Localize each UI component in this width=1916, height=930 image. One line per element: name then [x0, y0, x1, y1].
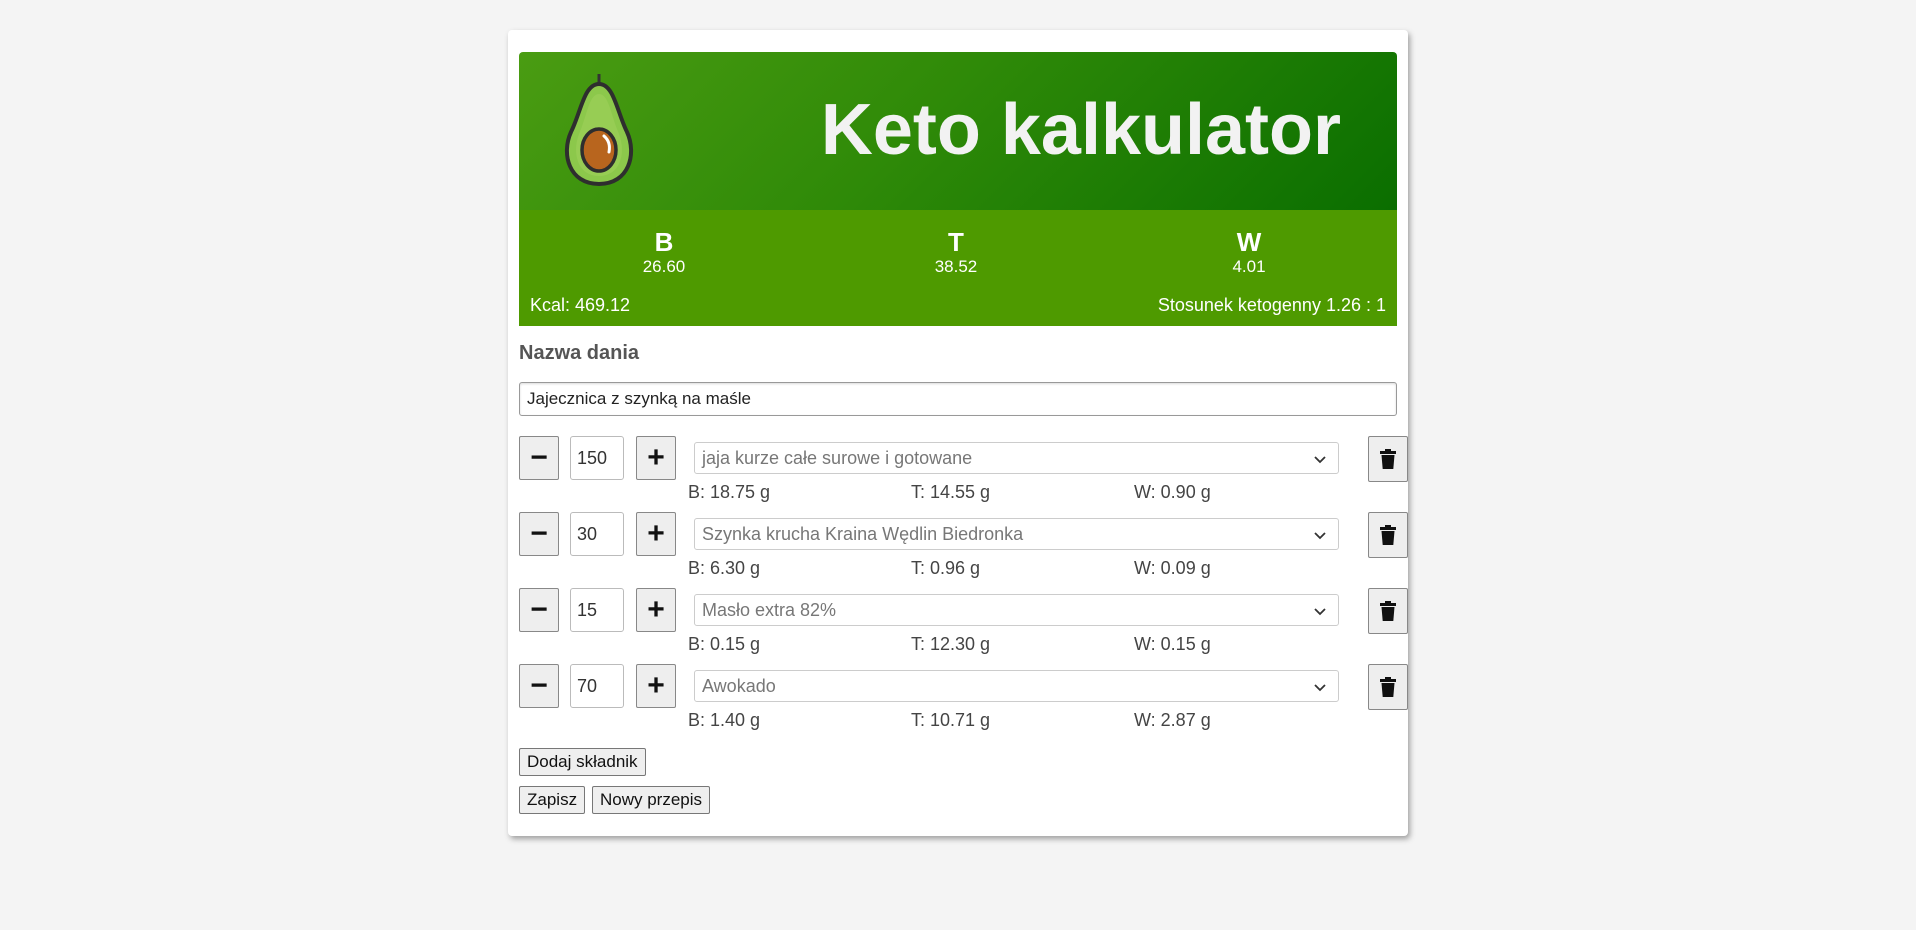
- increase-button[interactable]: +: [636, 588, 676, 632]
- increase-button[interactable]: +: [636, 436, 676, 480]
- app-title: Keto kalkulator: [820, 90, 1341, 170]
- new-recipe-button[interactable]: Nowy przepis: [592, 786, 711, 814]
- ingredient-fat: T: 10.71 g: [911, 710, 991, 730]
- header-banner: Keto kalkulator: [519, 52, 1397, 210]
- ingredient-protein: B: 6.30 g: [688, 558, 761, 578]
- ingredient-carbs: W: 2.87 g: [1134, 710, 1211, 730]
- chevron-down-icon: [1314, 456, 1326, 464]
- delete-ingredient-button[interactable]: [1368, 588, 1408, 634]
- calculator-card: Keto kalkulator B 26.60 T 38.52 W 4.01 K…: [508, 30, 1408, 836]
- fat-summary: T 38.52: [896, 228, 1016, 277]
- ingredient-select-value: jaja kurze całe surowe i gotowane: [702, 447, 973, 468]
- ingredient-select[interactable]: jaja kurze całe surowe i gotowane: [694, 442, 1339, 474]
- ingredient-protein: B: 0.15 g: [688, 634, 761, 654]
- carbs-value: 4.01: [1232, 256, 1266, 276]
- ingredient-fat: T: 14.55 g: [911, 482, 991, 502]
- ingredient-protein: B: 1.40 g: [688, 710, 761, 730]
- ingredient-row: − + Awokado B: 1.40 g T: 10.71 g W: 2.87…: [519, 664, 1408, 738]
- ingredient-fat: T: 0.96 g: [911, 558, 981, 578]
- ingredient-select[interactable]: Awokado: [694, 670, 1339, 702]
- quantity-input[interactable]: [570, 664, 624, 708]
- increase-button[interactable]: +: [636, 664, 676, 708]
- fat-value: 38.52: [934, 256, 978, 276]
- fat-label: T: [948, 227, 964, 257]
- ingredient-select-value: Szynka krucha Kraina Wędlin Biedronka: [702, 523, 1024, 544]
- ingredient-carbs: W: 0.90 g: [1134, 482, 1211, 502]
- protein-summary: B 26.60: [604, 228, 724, 277]
- decrease-button[interactable]: −: [519, 512, 559, 556]
- ingredient-row: − + Masło extra 82% B: 0.15 g T: 12.30 g…: [519, 588, 1408, 662]
- ingredient-select-value: Awokado: [702, 675, 776, 696]
- ingredient-fat: T: 12.30 g: [911, 634, 991, 654]
- protein-label: B: [654, 227, 674, 257]
- delete-ingredient-button[interactable]: [1368, 436, 1408, 482]
- chevron-down-icon: [1314, 532, 1326, 540]
- quantity-input[interactable]: [570, 436, 624, 480]
- avocado-icon: [564, 74, 634, 187]
- dish-name-label: Nazwa dania: [519, 342, 640, 364]
- ingredient-select[interactable]: Szynka krucha Kraina Wędlin Biedronka: [694, 518, 1339, 550]
- macro-summary-bar: B 26.60 T 38.52 W 4.01 Kcal: 469.12 Stos…: [519, 210, 1397, 326]
- dish-name-input[interactable]: [519, 382, 1397, 416]
- ingredient-row: − + Szynka krucha Kraina Wędlin Biedronk…: [519, 512, 1408, 586]
- decrease-button[interactable]: −: [519, 588, 559, 632]
- save-button[interactable]: Zapisz: [519, 786, 586, 814]
- ketogenic-ratio: Stosunek ketogenny 1.26 : 1: [1157, 295, 1386, 315]
- add-ingredient-button[interactable]: Dodaj składnik: [519, 748, 646, 776]
- quantity-input[interactable]: [570, 512, 624, 556]
- quantity-input[interactable]: [570, 588, 624, 632]
- delete-ingredient-button[interactable]: [1368, 664, 1408, 710]
- chevron-down-icon: [1314, 608, 1326, 616]
- ingredient-select-value: Masło extra 82%: [702, 599, 837, 620]
- carbs-summary: W 4.01: [1189, 228, 1309, 277]
- trash-icon: [1380, 677, 1396, 697]
- kcal-total: Kcal: 469.12: [530, 295, 631, 315]
- increase-button[interactable]: +: [636, 512, 676, 556]
- ingredient-protein: B: 18.75 g: [688, 482, 771, 502]
- ingredient-carbs: W: 0.09 g: [1134, 558, 1211, 578]
- carbs-label: W: [1236, 227, 1262, 257]
- trash-icon: [1380, 601, 1396, 621]
- trash-icon: [1380, 525, 1396, 545]
- decrease-button[interactable]: −: [519, 436, 559, 480]
- delete-ingredient-button[interactable]: [1368, 512, 1408, 558]
- trash-icon: [1380, 449, 1396, 469]
- chevron-down-icon: [1314, 684, 1326, 692]
- decrease-button[interactable]: −: [519, 664, 559, 708]
- ingredient-row: − + jaja kurze całe surowe i gotowane B:…: [519, 436, 1408, 510]
- protein-value: 26.60: [642, 256, 686, 276]
- ingredient-select[interactable]: Masło extra 82%: [694, 594, 1339, 626]
- ingredient-carbs: W: 0.15 g: [1134, 634, 1211, 654]
